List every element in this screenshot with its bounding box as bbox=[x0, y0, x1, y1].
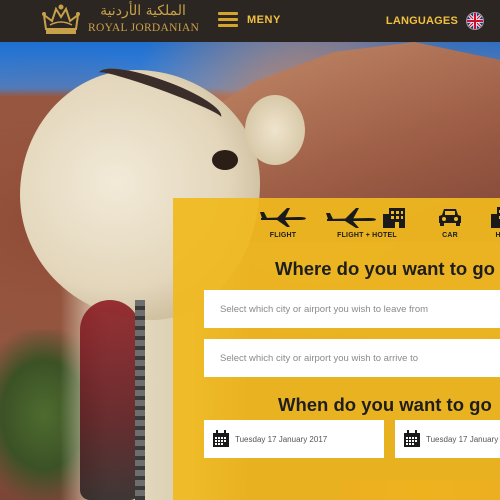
when-heading: When do you want to go bbox=[278, 394, 492, 415]
brand-wordmark: الملكية الأردنية ROYAL JORDANIAN bbox=[88, 3, 200, 34]
crown-icon bbox=[42, 4, 80, 34]
calendar-icon bbox=[404, 430, 420, 447]
hamburger-icon bbox=[218, 12, 238, 27]
hotel-icon bbox=[491, 206, 500, 228]
tab-flight-hotel-label: FLIGHT + HOTEL bbox=[337, 232, 397, 239]
booking-mode-tabs: FLIGHT FLIGHT + HOTEL CAR H bbox=[173, 206, 500, 246]
tab-flight-label: FLIGHT bbox=[269, 232, 297, 239]
royal-jordanian-logo[interactable]: الملكية الأردنية ROYAL JORDANIAN bbox=[40, 3, 199, 37]
departure-airport-input[interactable] bbox=[204, 290, 500, 328]
where-heading: Where do you want to go bbox=[275, 258, 495, 279]
top-navbar: الملكية الأردنية ROYAL JORDANIAN MENY LA… bbox=[0, 0, 500, 42]
departure-date-picker[interactable]: Tuesday 17 January 2017 bbox=[204, 420, 384, 458]
uk-flag-icon bbox=[466, 12, 484, 30]
chain bbox=[135, 300, 145, 500]
calendar-icon bbox=[213, 430, 229, 447]
tab-flight-hotel[interactable]: FLIGHT + HOTEL bbox=[325, 206, 409, 246]
tab-car-label: CAR bbox=[442, 232, 458, 239]
tab-hotel-label: HO bbox=[495, 232, 500, 239]
languages-button[interactable]: LANGUAGES bbox=[386, 12, 484, 30]
brand-english: ROYAL JORDANIAN bbox=[88, 22, 200, 34]
tab-hotel[interactable]: HO bbox=[487, 206, 500, 246]
tab-flight[interactable]: FLIGHT bbox=[258, 206, 308, 246]
car-icon bbox=[438, 206, 462, 228]
tab-car[interactable]: CAR bbox=[435, 206, 465, 246]
departure-date-text: Tuesday 17 January 2017 bbox=[235, 434, 328, 444]
airplane-icon bbox=[259, 206, 307, 228]
red-tassel bbox=[80, 300, 140, 500]
camel-ear bbox=[245, 95, 305, 165]
camel-eye bbox=[212, 150, 238, 170]
booking-panel: FLIGHT FLIGHT + HOTEL CAR H Where do you… bbox=[173, 198, 500, 500]
languages-label: LANGUAGES bbox=[385, 15, 458, 27]
return-date-picker[interactable]: Tuesday 17 January bbox=[395, 420, 500, 458]
menu-button[interactable]: MENY bbox=[218, 12, 281, 27]
arrival-airport-input[interactable] bbox=[204, 339, 500, 377]
airplane-hotel-icon bbox=[325, 206, 409, 228]
brand-arabic: الملكية الأردنية bbox=[100, 3, 186, 19]
menu-label: MENY bbox=[247, 13, 281, 26]
return-date-text: Tuesday 17 January bbox=[426, 434, 499, 444]
